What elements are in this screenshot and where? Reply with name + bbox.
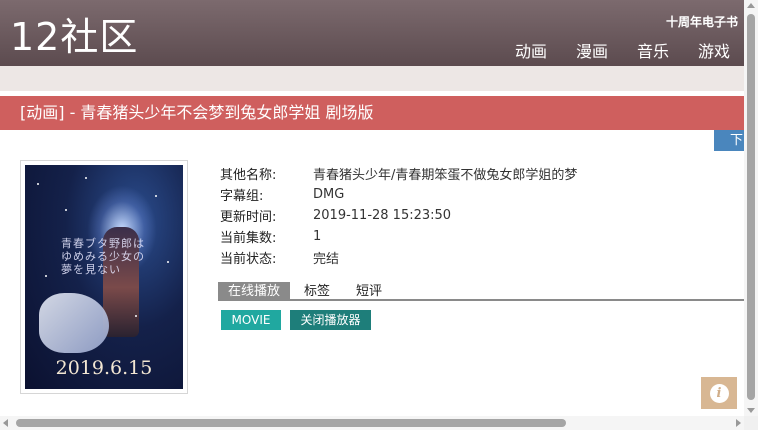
poster-image: 青春ブタ野郎は ゆめみる少女の 夢を見ない 2019.6.15 xyxy=(25,165,183,389)
download-tab[interactable]: 下 xyxy=(714,130,744,151)
poster-release-date: 2019.6.15 xyxy=(55,357,153,379)
scroll-down-arrow-icon[interactable] xyxy=(747,408,755,413)
status-label: 当前状态: xyxy=(220,252,277,267)
info-icon: i xyxy=(709,383,729,403)
poster-frame: 青春ブタ野郎は ゆめみる少女の 夢を見ない 2019.6.15 xyxy=(20,160,188,394)
nav-item-music[interactable]: 音乐 xyxy=(637,38,669,62)
subgroup-value: DMG xyxy=(313,187,345,202)
info-button[interactable]: i xyxy=(701,377,737,409)
movie-button[interactable]: MOVIE xyxy=(221,310,281,330)
site-logo[interactable]: 12社区 xyxy=(10,14,138,60)
alt-name-label: 其他名称: xyxy=(220,168,277,183)
poster-star xyxy=(167,261,169,263)
nav-item-manga[interactable]: 漫画 xyxy=(576,38,608,62)
tenth-anniversary-link[interactable]: 十周年电子书 xyxy=(666,13,738,30)
scroll-right-arrow-icon[interactable] xyxy=(736,419,741,427)
scroll-left-arrow-icon[interactable] xyxy=(3,419,8,427)
horizontal-scrollbar[interactable] xyxy=(0,416,744,430)
close-player-button[interactable]: 关闭播放器 xyxy=(290,310,371,330)
site-header: 12社区 十周年电子书 动画 漫画 音乐 游戏 xyxy=(0,0,744,66)
info-row-status: 当前状态: 完结 xyxy=(220,247,577,268)
scroll-up-arrow-icon[interactable] xyxy=(747,3,755,8)
poster-star xyxy=(37,183,39,185)
tab-short-reviews[interactable]: 短评 xyxy=(342,282,394,299)
status-value: 完结 xyxy=(313,252,340,267)
nav-item-anime[interactable]: 动画 xyxy=(515,38,547,62)
alt-name-value: 青春猪头少年/青春期笨蛋不做兔女郎学姐的梦 xyxy=(313,168,578,183)
updated-value: 2019-11-28 15:23:50 xyxy=(313,208,452,223)
updated-label: 更新时间: xyxy=(220,210,277,225)
tab-tags[interactable]: 标签 xyxy=(290,282,342,299)
poster-title-text: 青春ブタ野郎は ゆめみる少女の 夢を見ない xyxy=(61,237,145,276)
horizontal-scroll-thumb[interactable] xyxy=(16,419,566,427)
episodes-label: 当前集数: xyxy=(220,231,277,246)
subgroup-label: 字幕组: xyxy=(220,189,264,204)
info-row-updated: 更新时间: 2019-11-28 15:23:50 xyxy=(220,205,577,226)
poster-star xyxy=(135,315,137,317)
detail-tabs: 在线播放 标签 短评 xyxy=(218,282,744,301)
header-band xyxy=(0,66,744,91)
tab-online-play[interactable]: 在线播放 xyxy=(218,282,291,299)
poster-star xyxy=(65,209,67,211)
poster-star xyxy=(85,177,87,179)
poster-star xyxy=(45,275,47,277)
info-row-subgroup: 字幕组: DMG xyxy=(220,184,577,205)
poster-figure-lying xyxy=(39,293,109,353)
poster-star xyxy=(155,195,157,197)
main-nav: 动画 漫画 音乐 游戏 xyxy=(515,38,730,62)
episodes-value: 1 xyxy=(313,229,322,244)
vertical-scroll-thumb[interactable] xyxy=(747,14,755,400)
vertical-scrollbar[interactable] xyxy=(744,0,758,416)
info-row-episodes: 当前集数: 1 xyxy=(220,226,577,247)
info-panel: 其他名称: 青春猪头少年/青春期笨蛋不做兔女郎学姐的梦 字幕组: DMG 更新时… xyxy=(220,163,577,268)
nav-item-games[interactable]: 游戏 xyxy=(698,38,730,62)
page-title: [动画] - 青春猪头少年不会梦到兔女郎学姐 剧场版 xyxy=(0,96,744,130)
scrollbar-corner xyxy=(744,416,758,430)
info-row-alt-name: 其他名称: 青春猪头少年/青春期笨蛋不做兔女郎学姐的梦 xyxy=(220,163,577,184)
